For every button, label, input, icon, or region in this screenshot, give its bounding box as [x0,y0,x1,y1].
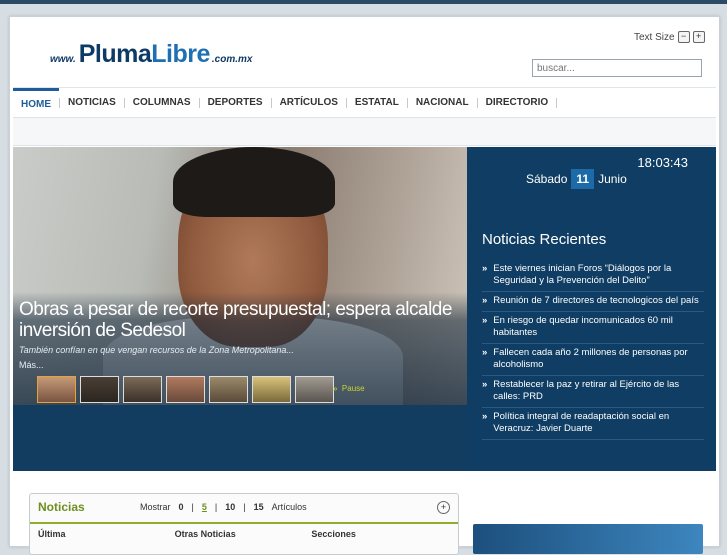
text-size-control: Text Size − + [634,31,705,43]
bullet-icon: » [482,263,488,274]
list-item[interactable]: » Reunión de 7 directores de tecnologicos… [482,292,704,312]
tab-otras-noticias[interactable]: Otras Noticias [175,529,312,539]
featured-slideshow[interactable]: Obras a pesar de recorte presupuestal; e… [13,147,467,405]
month: Junio [598,172,627,186]
count-option-0[interactable]: 0 [179,502,184,512]
news-box-tabs: Última Otras Noticias Secciones [38,529,448,539]
featured-teaser: También confían en que vengan recursos d… [19,345,294,355]
weekday: Sábado [526,172,568,186]
slide-thumbnail[interactable] [166,376,205,403]
list-item[interactable]: » Fallecen cada año 2 millones de persona… [482,344,704,376]
tab-secciones[interactable]: Secciones [311,529,448,539]
news-box: Noticias Mostrar 0 | 5 | 10 | 15 Artícul… [29,493,459,555]
slide-thumbnail[interactable] [252,376,291,403]
day-number: 11 [571,169,595,189]
count-option-15[interactable]: 15 [254,502,264,512]
count-option-5[interactable]: 5 [202,502,207,512]
page-container: www. Pluma Libre .com.mx Text Size − + H… [9,16,720,555]
photo-subject-hair [173,147,335,217]
read-more-link[interactable]: Más... [19,360,44,370]
nav-directorio[interactable]: DIRECTORIO [478,88,557,117]
nav-columnas[interactable]: COLUMNAS [125,88,199,117]
slide-thumbnail[interactable] [295,376,334,403]
sub-navigation-bar [13,118,716,146]
list-item[interactable]: » En riesgo de quedar incomunicados 60 mi… [482,312,704,344]
nav-nacional[interactable]: NACIONAL [408,88,477,117]
recent-news-title: Noticias Recientes [482,231,607,248]
bullet-icon: » [482,315,488,326]
search-input[interactable] [532,59,702,77]
tab-ultima[interactable]: Última [38,529,175,539]
slide-thumbnail[interactable] [37,376,76,403]
text-size-increase-button[interactable]: + [692,31,705,43]
featured-headline[interactable]: Obras a pesar de recorte presupuestal; e… [19,299,459,341]
nav-articulos[interactable]: ARTÍCULOS [272,88,346,117]
date-display: Sábado 11 Junio [526,169,627,189]
clock: 18:03:43 [637,155,688,170]
top-strip [0,0,727,4]
nav-noticias[interactable]: NOTICIAS [60,88,124,117]
sidebar-panel: 18:03:43 Sábado 11 Junio Noticias Recien… [467,147,716,471]
slide-thumbnail[interactable] [209,376,248,403]
news-box-header: Noticias Mostrar 0 | 5 | 10 | 15 Artícul… [30,494,458,524]
bullet-icon: » [482,411,488,422]
bullet-icon: » [482,347,488,358]
recent-news-list: » Este viernes inician Foros “Diálogos po… [482,260,704,440]
show-count-selector: Mostrar 0 | 5 | 10 | 15 Artículos [140,502,307,512]
bullet-icon: » [482,295,488,306]
list-item[interactable]: » Restablecer la paz y retirar al Ejércit… [482,376,704,408]
slide-thumbnail[interactable] [80,376,119,403]
slideshow-pause-button[interactable]: » Pause [333,384,365,393]
main-navigation: HOME NOTICIAS COLUMNAS DEPORTES ARTÍCULO… [13,87,716,118]
site-logo[interactable]: www. Pluma Libre .com.mx [50,40,252,69]
text-size-label: Text Size [634,31,675,43]
slideshow-thumbnails [37,376,334,403]
expand-icon[interactable]: + [437,501,450,514]
list-item[interactable]: » Este viernes inician Foros “Diálogos po… [482,260,704,292]
slide-thumbnail[interactable] [123,376,162,403]
nav-estatal[interactable]: ESTATAL [347,88,407,117]
nav-separator [556,97,558,108]
count-option-10[interactable]: 10 [225,502,235,512]
text-size-decrease-button[interactable]: − [677,31,690,43]
nav-home[interactable]: HOME [13,88,59,117]
side-banner[interactable] [473,524,703,554]
list-item[interactable]: » Política integral de readaptación socia… [482,408,704,440]
bullet-icon: » [482,379,488,390]
news-box-title: Noticias [38,500,85,514]
nav-deportes[interactable]: DEPORTES [200,88,271,117]
